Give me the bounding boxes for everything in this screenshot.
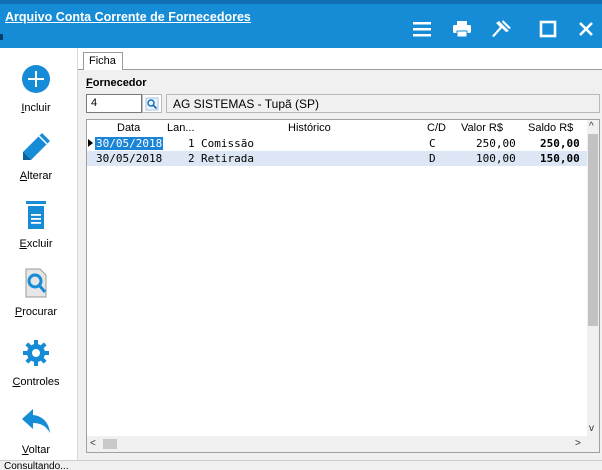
fornecedor-name-field: AG SISTEMAS - Tupã (SP) (166, 94, 600, 113)
title-bar-top-strip (0, 0, 602, 4)
fornecedor-label: Fornecedor (86, 77, 147, 89)
status-text: Consultando... (4, 461, 69, 470)
cell-saldo[interactable]: 250,00 (540, 137, 580, 150)
col-cd[interactable]: C/D (427, 122, 446, 134)
menu-icon (413, 22, 431, 37)
menu-button[interactable] (410, 17, 434, 41)
title-marker (0, 34, 3, 40)
col-lancamento[interactable]: Lan... (167, 122, 195, 134)
cell-data[interactable]: 30/05/2018 (96, 152, 162, 165)
col-valor[interactable]: Valor R$ (461, 122, 503, 134)
cell-lancamento[interactable]: 1 (188, 137, 195, 150)
scroll-right-arrow[interactable]: > (575, 439, 581, 449)
lancamentos-grid[interactable]: Data Lan... Histórico C/D Valor R$ Saldo… (86, 119, 600, 453)
horizontal-scrollbar[interactable]: < > (87, 436, 587, 452)
incluir-label: Incluir (21, 102, 51, 114)
cell-saldo[interactable]: 150,00 (540, 152, 580, 165)
cell-lancamento[interactable]: 2 (188, 152, 195, 165)
status-bar: Consultando... (0, 460, 602, 470)
main-area: Ficha Fornecedor 4 AG SISTEMAS - Tupã (S… (78, 48, 602, 460)
cell-data[interactable]: 30/05/2018 (95, 137, 164, 150)
excluir-label: Excluir (19, 238, 53, 250)
scrollbar-corner (587, 436, 599, 452)
print-button[interactable] (450, 17, 474, 41)
voltar-label: Voltar (21, 444, 51, 456)
back-arrow-icon (20, 404, 52, 438)
close-icon (579, 22, 593, 36)
trash-icon (20, 198, 52, 232)
controles-button[interactable]: Controles (0, 336, 72, 402)
scroll-left-arrow[interactable]: < (90, 439, 96, 449)
maximize-button[interactable] (536, 17, 560, 41)
cell-historico[interactable]: Comissão (201, 137, 254, 150)
incluir-button[interactable]: Incluir (0, 62, 72, 128)
cell-valor[interactable]: 250,00 (476, 137, 516, 150)
search-document-icon (20, 266, 52, 300)
cell-cd[interactable]: C (429, 137, 436, 150)
scroll-up-arrow[interactable]: ^ (589, 122, 594, 132)
horizontal-scroll-thumb[interactable] (103, 439, 117, 449)
close-button[interactable] (574, 17, 598, 41)
sidebar-toolbar: Incluir Alterar Excluir Procurar Control… (0, 48, 72, 470)
fornecedor-search-button[interactable] (142, 94, 162, 113)
window-title: Arquivo Conta Corrente de Fornecedores (5, 10, 251, 24)
pin-icon (492, 20, 511, 37)
cell-valor[interactable]: 100,00 (476, 152, 516, 165)
controles-label: Controles (12, 376, 60, 388)
scroll-down-arrow[interactable]: v (589, 424, 594, 434)
table-row[interactable]: 30/05/2018 2 Retirada D 100,00 150,00 (87, 151, 587, 166)
alterar-label: Alterar (19, 170, 53, 182)
excluir-button[interactable]: Excluir (0, 198, 72, 264)
maximize-icon (539, 20, 557, 38)
table-row[interactable]: 30/05/2018 1 Comissão C 250,00 250,00 (87, 136, 587, 151)
pencil-icon (20, 130, 52, 164)
row-indicator (88, 139, 93, 147)
search-icon (145, 97, 159, 110)
col-data[interactable]: Data (117, 122, 140, 134)
procurar-button[interactable]: Procurar (0, 266, 72, 332)
pin-button[interactable] (489, 17, 513, 41)
col-historico[interactable]: Histórico (288, 122, 331, 134)
plus-circle-icon (20, 62, 52, 96)
fornecedor-code-input[interactable]: 4 (86, 94, 142, 113)
printer-icon (453, 21, 471, 38)
cell-historico[interactable]: Retirada (201, 152, 254, 165)
col-saldo[interactable]: Saldo R$ (528, 122, 573, 134)
alterar-button[interactable]: Alterar (0, 130, 72, 196)
app-window: Arquivo Conta Corrente de Fornecedores I… (0, 0, 602, 470)
cell-cd[interactable]: D (429, 152, 436, 165)
tab-ficha[interactable]: Ficha (83, 52, 123, 70)
vertical-scrollbar[interactable]: ^ v (587, 120, 599, 436)
gear-icon (20, 336, 52, 370)
grid-header: Data Lan... Histórico C/D Valor R$ Saldo… (87, 120, 587, 136)
ficha-panel: Fornecedor 4 AG SISTEMAS - Tupã (SP) Dat… (78, 70, 602, 460)
title-bar: Arquivo Conta Corrente de Fornecedores (0, 0, 602, 48)
procurar-label: Procurar (14, 306, 58, 318)
vertical-scroll-thumb[interactable] (588, 134, 598, 326)
